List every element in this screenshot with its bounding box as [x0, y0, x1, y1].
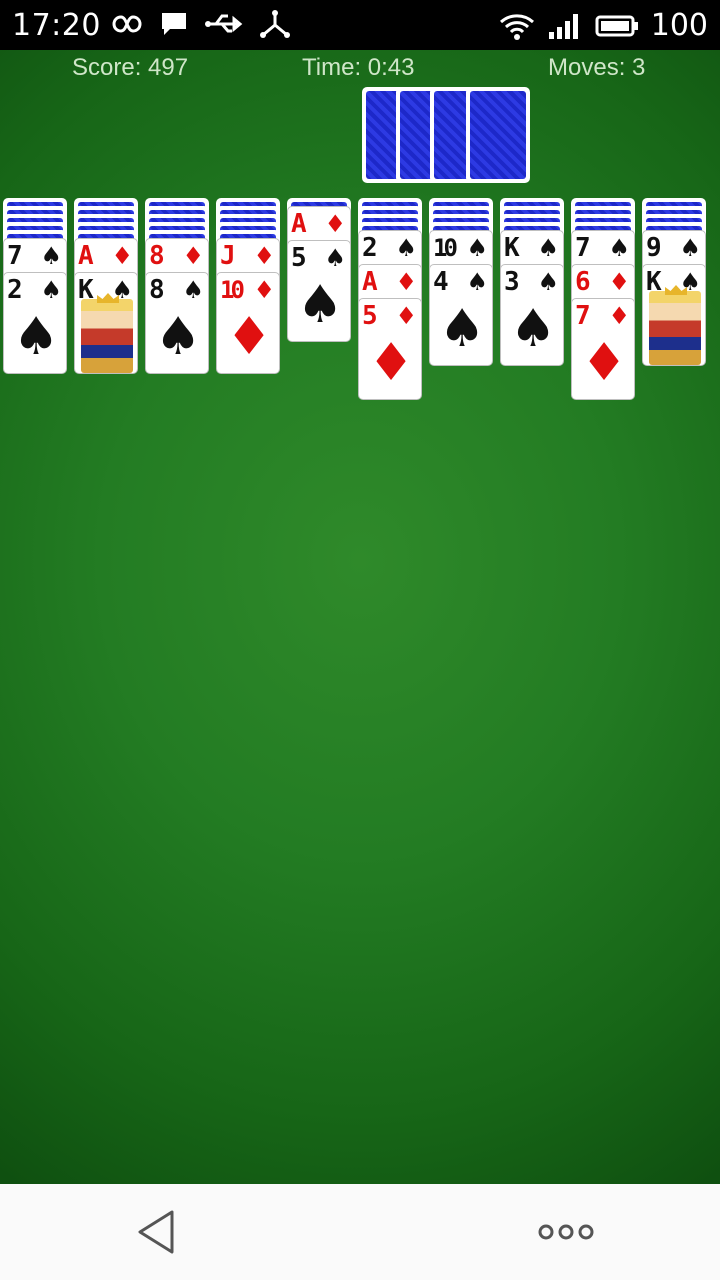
spade-icon: ♠ — [12, 307, 60, 367]
spade-icon: ♠ — [40, 276, 62, 304]
status-icons-left — [104, 9, 292, 39]
card-rank: 7 — [575, 301, 591, 331]
card-rank: 3 — [504, 267, 520, 297]
moves-label: Moves: 3 — [548, 54, 646, 81]
card-back-pattern — [470, 91, 526, 179]
playing-card[interactable]: K ♠ — [74, 272, 138, 374]
score-label: Score: 497 — [72, 54, 189, 81]
wifi-icon — [499, 13, 534, 40]
diamond-icon: ♦ — [395, 302, 417, 330]
card-rank: K — [504, 233, 520, 263]
card-rank: 5 — [362, 301, 378, 331]
time-label: Time: 0:43 — [302, 54, 415, 81]
usb-icon — [205, 14, 243, 33]
card-rank: 5 — [291, 243, 307, 273]
status-time: 17:20 — [12, 8, 101, 43]
playing-card[interactable]: 3 ♠ ♠ — [500, 264, 564, 366]
playing-card[interactable]: 5 ♦ ♦ — [358, 298, 422, 400]
diamond-icon: ♦ — [580, 333, 628, 393]
battery-level: 100 — [650, 8, 708, 43]
spade-icon: ♠ — [154, 307, 202, 367]
card-rank: 9 — [646, 233, 662, 263]
stock-card[interactable] — [466, 87, 530, 183]
status-bar: 17:20 100 — [0, 0, 720, 50]
playing-card[interactable]: 7 ♦ ♦ — [571, 298, 635, 400]
card-rank: 2 — [362, 233, 378, 263]
card-rank: 10 — [220, 276, 245, 304]
more-dots-icon[interactable] — [536, 1220, 596, 1244]
playing-card[interactable]: 2 ♠ ♠ — [3, 272, 67, 374]
card-rank: 8 — [149, 275, 165, 305]
spade-icon: ♠ — [324, 244, 346, 272]
playing-card[interactable]: 8 ♠ ♠ — [145, 272, 209, 374]
diamond-icon: ♦ — [608, 302, 630, 330]
diamond-icon: ♦ — [111, 242, 133, 270]
card-rank: J — [220, 241, 236, 271]
card-rank: A — [362, 267, 378, 297]
spade-icon: ♠ — [608, 234, 630, 262]
card-rank: A — [78, 241, 94, 271]
playing-card[interactable]: 5 ♠ ♠ — [287, 240, 351, 342]
playing-card[interactable]: K ♠ — [642, 264, 706, 366]
diamond-icon: ♦ — [608, 268, 630, 296]
king-portrait-icon — [649, 285, 701, 365]
diamond-icon: ♦ — [182, 242, 204, 270]
signal-icon — [548, 13, 578, 39]
diamond-icon: ♦ — [225, 307, 273, 367]
back-triangle-icon[interactable] — [134, 1208, 178, 1256]
spade-icon: ♠ — [466, 234, 488, 262]
spade-icon: ♠ — [466, 268, 488, 296]
spade-icon: ♠ — [679, 234, 701, 262]
battery-icon — [595, 15, 638, 36]
navigation-bar — [0, 1184, 720, 1280]
spade-icon: ♠ — [296, 275, 344, 335]
chat-icon — [162, 13, 186, 35]
card-rank: 7 — [575, 233, 591, 263]
spade-icon: ♠ — [537, 268, 559, 296]
diamond-icon: ♦ — [324, 210, 346, 238]
card-rank: 8 — [149, 241, 165, 271]
spade-icon: ♠ — [395, 234, 417, 262]
playing-card[interactable]: 4 ♠ ♠ — [429, 264, 493, 366]
card-rank: 4 — [433, 267, 449, 297]
spade-icon: ♠ — [40, 242, 62, 270]
diamond-icon: ♦ — [253, 242, 275, 270]
spade-icon: ♠ — [438, 299, 486, 359]
spade-icon: ♠ — [182, 276, 204, 304]
playing-card[interactable]: 10 ♦ ♦ — [216, 272, 280, 374]
spade-icon: ♠ — [537, 234, 559, 262]
game-table: Score: 497 Time: 0:43 Moves: 3 7 ♠ 2 ♠ ♠ A ♦ K ♠… — [0, 50, 720, 1184]
card-rank: 7 — [7, 241, 23, 271]
diamond-icon: ♦ — [253, 276, 275, 304]
diamond-icon: ♦ — [395, 268, 417, 296]
spade-icon: ♠ — [509, 299, 557, 359]
share-icon — [260, 10, 290, 38]
card-rank: 10 — [433, 234, 458, 262]
king-portrait-icon — [81, 293, 133, 373]
card-rank: A — [291, 209, 307, 239]
diamond-icon: ♦ — [367, 333, 415, 393]
status-icons-right: 100 — [499, 8, 708, 43]
card-rank: 6 — [575, 267, 591, 297]
card-rank: 2 — [7, 275, 23, 305]
infinity-icon — [112, 15, 142, 33]
